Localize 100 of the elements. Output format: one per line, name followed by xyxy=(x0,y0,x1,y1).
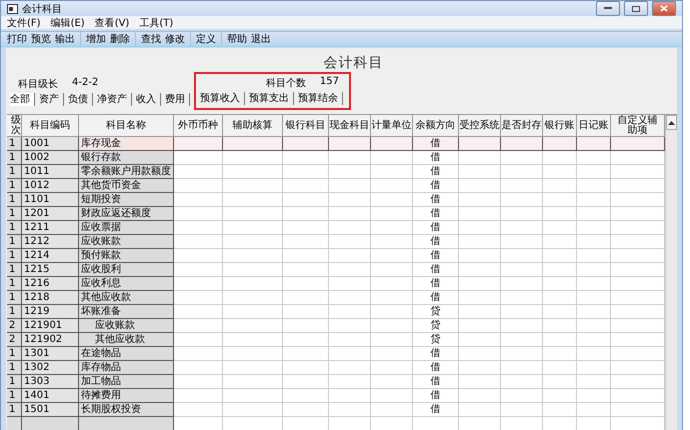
column-header[interactable]: 是否封存 xyxy=(501,115,543,137)
table-cell xyxy=(459,319,501,333)
table-cell: 借 xyxy=(413,207,459,221)
toolbar-button[interactable]: 打印 xyxy=(7,32,27,46)
table-cell: 1 xyxy=(7,263,22,277)
table-cell xyxy=(501,319,543,333)
menu-item[interactable]: 文件(F) xyxy=(7,16,41,30)
column-header[interactable]: 余额方向 xyxy=(413,115,459,137)
table-cell xyxy=(459,361,501,375)
table-cell xyxy=(543,137,577,151)
table-cell xyxy=(577,277,611,291)
toolbar-button[interactable]: 退出 xyxy=(251,32,271,46)
table-cell: 借 xyxy=(413,235,459,249)
close-button[interactable] xyxy=(652,1,676,16)
table-cell: 借 xyxy=(413,263,459,277)
table-cell xyxy=(371,403,413,417)
column-header[interactable]: 现金科目 xyxy=(329,115,371,137)
table-cell: 1 xyxy=(7,221,22,235)
toolbar-button[interactable]: 删除 xyxy=(110,32,130,46)
table-cell xyxy=(543,403,577,417)
table-cell xyxy=(283,263,329,277)
table-cell xyxy=(283,375,329,389)
table-cell xyxy=(283,305,329,319)
column-header[interactable]: 科目名称 xyxy=(79,115,174,137)
table-cell: 2 xyxy=(7,333,22,347)
category-tab[interactable]: 全部 xyxy=(10,93,35,106)
table-cell xyxy=(329,403,371,417)
table-cell xyxy=(329,291,371,305)
table-cell xyxy=(543,235,577,249)
table-cell xyxy=(223,179,283,193)
column-header[interactable]: 计量单位 xyxy=(371,115,413,137)
table-cell xyxy=(459,277,501,291)
table-cell xyxy=(543,179,577,193)
table-cell xyxy=(283,151,329,165)
column-header[interactable]: 外币币种 xyxy=(174,115,223,137)
table-cell xyxy=(174,137,223,151)
minimize-button[interactable] xyxy=(596,1,620,16)
toolbar-button[interactable]: 修改 xyxy=(165,32,185,46)
table-cell xyxy=(223,151,283,165)
column-header[interactable]: 级次 xyxy=(7,115,22,137)
menu-item[interactable]: 工具(T) xyxy=(139,16,174,30)
table-cell xyxy=(223,333,283,347)
toolbar-button[interactable]: 查找 xyxy=(141,32,161,46)
menu-item[interactable]: 编辑(E) xyxy=(50,16,85,30)
menu-item[interactable]: 查看(V) xyxy=(94,16,130,30)
category-tab[interactable]: 资产 xyxy=(35,93,64,106)
table-cell xyxy=(577,291,611,305)
table-cell xyxy=(371,137,413,151)
table-cell: 1012 xyxy=(22,179,79,193)
table-cell xyxy=(543,347,577,361)
table-cell xyxy=(7,417,22,430)
table-cell: 库存现金 xyxy=(79,137,174,151)
table-cell xyxy=(174,249,223,263)
category-tab[interactable]: 预算结余 xyxy=(294,92,343,105)
table-cell xyxy=(371,151,413,165)
category-tab[interactable]: 费用 xyxy=(161,93,190,106)
table-cell xyxy=(329,375,371,389)
table-cell: 1 xyxy=(7,165,22,179)
table-cell: 借 xyxy=(413,151,459,165)
table-cell xyxy=(543,249,577,263)
category-tab[interactable]: 负债 xyxy=(64,93,93,106)
column-header[interactable]: 科目编码 xyxy=(22,115,79,137)
table-cell xyxy=(501,263,543,277)
toolbar-button[interactable]: 增加 xyxy=(86,32,106,46)
count-label: 科目个数 xyxy=(266,76,306,90)
toolbar-button[interactable]: 预览 xyxy=(31,32,51,46)
table-cell xyxy=(459,347,501,361)
table-cell xyxy=(371,207,413,221)
table-cell: 1001 xyxy=(22,137,79,151)
table-cell xyxy=(501,207,543,221)
scroll-up-button[interactable] xyxy=(666,115,677,130)
table-cell: 1301 xyxy=(22,347,79,361)
toolbar-button[interactable]: 帮助 xyxy=(227,32,247,46)
category-tab[interactable]: 净资产 xyxy=(93,93,132,106)
table-cell xyxy=(371,277,413,291)
category-tab[interactable]: 预算收入 xyxy=(200,92,245,105)
table-cell: 1212 xyxy=(22,235,79,249)
table-cell xyxy=(174,291,223,305)
count-value: 157 xyxy=(320,76,339,89)
table-cell: 应收股利 xyxy=(79,263,174,277)
category-tab[interactable]: 预算支出 xyxy=(245,92,294,105)
table-cell: 1215 xyxy=(22,263,79,277)
table-cell xyxy=(329,277,371,291)
table-cell xyxy=(223,277,283,291)
table-cell xyxy=(577,221,611,235)
column-header[interactable]: 银行科目 xyxy=(283,115,329,137)
table-cell xyxy=(501,277,543,291)
maximize-button[interactable] xyxy=(624,1,648,16)
table-cell: 121902 xyxy=(22,333,79,347)
toolbar-button[interactable]: 定义 xyxy=(196,32,216,46)
table-cell: 1 xyxy=(7,291,22,305)
category-tab[interactable]: 收入 xyxy=(132,93,161,106)
column-header[interactable]: 银行账 xyxy=(543,115,577,137)
table-cell xyxy=(459,305,501,319)
table-cell xyxy=(459,263,501,277)
table-cell: 借 xyxy=(413,375,459,389)
column-header[interactable]: 辅助核算 xyxy=(223,115,283,137)
column-header[interactable]: 受控系统 xyxy=(459,115,501,137)
toolbar-button[interactable]: 输出 xyxy=(55,32,75,46)
column-header[interactable]: 日记账 xyxy=(577,115,611,137)
